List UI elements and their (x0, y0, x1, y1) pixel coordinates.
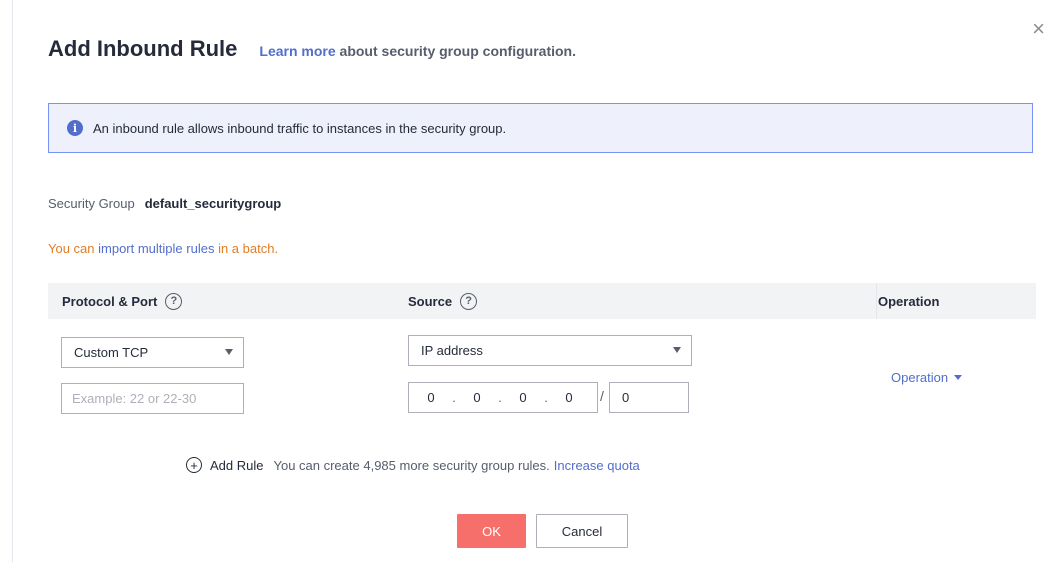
import-note-prefix: You can (48, 241, 99, 256)
question-circle-icon[interactable]: ? (460, 292, 478, 310)
ip-dot: . (544, 390, 548, 405)
security-group-row: Security Group default_securitygroup (48, 196, 281, 211)
info-text: An inbound rule allows inbound traffic t… (93, 120, 507, 136)
dialog-subtitle: Learn more about security group configur… (259, 43, 576, 59)
rules-table-header: Protocol & Port ? Source ? Operation (48, 283, 1036, 319)
ip-octet-2[interactable]: 0 (463, 390, 491, 405)
source-type-select-value: IP address (421, 343, 483, 358)
close-icon[interactable]: × (1032, 18, 1045, 40)
info-banner: i An inbound rule allows inbound traffic… (48, 103, 1033, 153)
header-protocol-port-label: Protocol & Port (62, 293, 158, 309)
learn-more-link[interactable]: Learn more (259, 43, 335, 59)
cancel-button[interactable]: Cancel (536, 514, 628, 548)
dialog-title: Add Inbound Rule (48, 36, 238, 61)
header-protocol-port: Protocol & Port ? (62, 283, 183, 319)
add-rule-button[interactable]: Add Rule (210, 458, 263, 473)
header-source: Source ? (408, 283, 478, 319)
header-source-label: Source (408, 293, 453, 309)
plus-circle-icon[interactable]: + (186, 457, 202, 473)
ip-octet-3[interactable]: 0 (509, 390, 537, 405)
security-group-value: default_securitygroup (144, 196, 282, 211)
ip-octet-4[interactable]: 0 (555, 390, 583, 405)
caret-down-icon (673, 347, 681, 353)
dialog-left-border (12, 0, 13, 562)
subtitle-text: about security group configuration. (335, 43, 576, 59)
import-note: You can import multiple rules in a batch… (48, 241, 278, 256)
ip-octet-1[interactable]: 0 (417, 390, 445, 405)
security-group-label: Security Group (48, 196, 135, 211)
caret-down-icon (225, 349, 233, 355)
protocol-select[interactable]: Custom TCP (61, 337, 244, 368)
header-operation-label: Operation (878, 293, 940, 309)
cidr-mask-value: 0 (622, 390, 630, 405)
cidr-slash: / (600, 388, 604, 404)
dialog-header: Add Inbound Rule Learn more about securi… (48, 36, 576, 62)
question-circle-icon[interactable]: ? (165, 292, 183, 310)
increase-quota-link[interactable]: Increase quota (554, 458, 640, 473)
source-type-select[interactable]: IP address (408, 335, 692, 366)
ok-button[interactable]: OK (457, 514, 526, 548)
column-divider (876, 283, 877, 319)
cidr-mask-input[interactable]: 0 (609, 382, 689, 413)
operation-dropdown[interactable]: Operation (891, 370, 963, 385)
add-rule-row: + Add Rule You can create 4,985 more sec… (186, 457, 640, 473)
import-note-suffix: in a batch. (214, 241, 279, 256)
ip-dot: . (498, 390, 502, 405)
import-rules-link[interactable]: import multiple rules (98, 241, 214, 256)
ip-address-input[interactable]: 0 . 0 . 0 . 0 (408, 382, 598, 413)
caret-down-icon (954, 375, 963, 380)
header-operation: Operation (878, 283, 939, 319)
ip-dot: . (452, 390, 456, 405)
port-input[interactable] (61, 383, 244, 414)
info-icon: i (67, 120, 83, 136)
operation-dropdown-label: Operation (891, 370, 949, 385)
quota-text: You can create 4,985 more security group… (273, 457, 550, 473)
protocol-select-value: Custom TCP (74, 345, 149, 360)
